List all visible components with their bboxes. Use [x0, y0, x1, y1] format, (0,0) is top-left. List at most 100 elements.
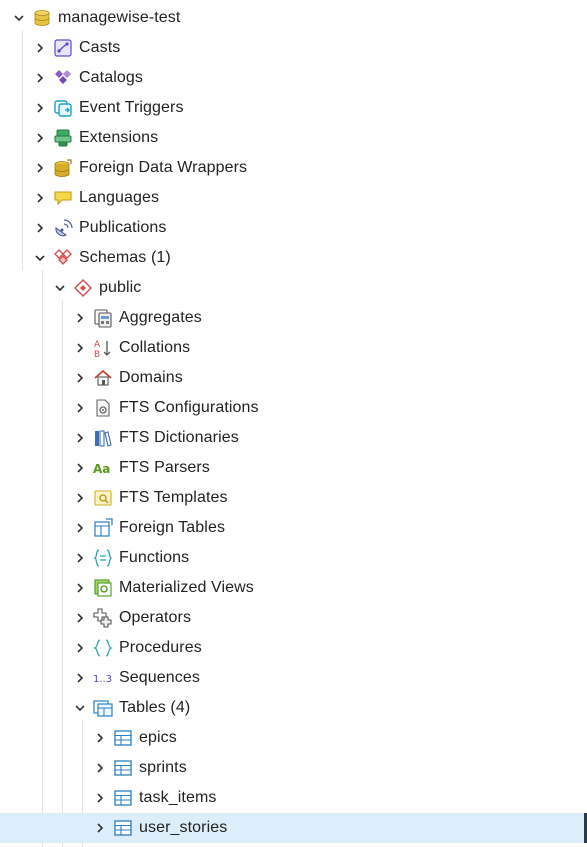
tree-node-fts-configurations[interactable]: FTS Configurations — [0, 393, 587, 423]
chevron-right-icon[interactable] — [93, 791, 107, 805]
tree-node-sequences[interactable]: 1..3 Sequences — [0, 663, 587, 693]
tree-node-casts[interactable]: Casts — [0, 33, 587, 63]
table-icon — [113, 758, 133, 778]
sequences-icon: 1..3 — [93, 668, 113, 688]
table-icon — [113, 818, 133, 838]
tree-node-label: sprints — [139, 759, 187, 776]
languages-icon — [53, 188, 73, 208]
chevron-right-icon[interactable] — [33, 191, 47, 205]
schema-icon — [73, 278, 93, 298]
procedures-icon — [93, 638, 113, 658]
tree-node-table-task-items[interactable]: task_items — [0, 783, 587, 813]
tree-node-label: Casts — [79, 39, 121, 56]
tree-node-label: FTS Templates — [119, 489, 228, 506]
chevron-down-icon[interactable] — [73, 701, 87, 715]
chevron-right-icon[interactable] — [73, 581, 87, 595]
domains-icon — [93, 368, 113, 388]
event-triggers-icon — [53, 98, 73, 118]
tree-node-database[interactable]: managewise-test — [0, 3, 587, 33]
materialized-views-icon — [93, 578, 113, 598]
chevron-down-icon[interactable] — [53, 281, 67, 295]
chevron-right-icon[interactable] — [73, 521, 87, 535]
tree-node-label: Schemas (1) — [79, 249, 171, 266]
chevron-right-icon[interactable] — [73, 671, 87, 685]
tree-node-aggregates[interactable]: Aggregates — [0, 303, 587, 333]
tree-node-fts-parsers[interactable]: Aa FTS Parsers — [0, 453, 587, 483]
tree-node-label: Materialized Views — [119, 579, 254, 596]
schemas-icon — [53, 248, 73, 268]
tree-node-fts-templates[interactable]: FTS Templates — [0, 483, 587, 513]
chevron-right-icon[interactable] — [33, 101, 47, 115]
tree-node-foreign-data-wrappers[interactable]: Foreign Data Wrappers — [0, 153, 587, 183]
tree-node-label: epics — [139, 729, 177, 746]
chevron-right-icon[interactable] — [33, 71, 47, 85]
tables-icon — [93, 698, 113, 718]
tree-node-extensions[interactable]: Extensions — [0, 123, 587, 153]
tree-node-label: Foreign Tables — [119, 519, 226, 536]
chevron-down-icon[interactable] — [33, 251, 47, 265]
tree-node-functions[interactable]: Functions — [0, 543, 587, 573]
tree-node-languages[interactable]: Languages — [0, 183, 587, 213]
tree-node-table-user-stories[interactable]: user_stories — [0, 813, 587, 843]
functions-icon — [93, 548, 113, 568]
tree-node-operators[interactable]: Operators — [0, 603, 587, 633]
fts-parsers-icon: Aa — [93, 458, 113, 478]
chevron-right-icon[interactable] — [73, 611, 87, 625]
foreign-tables-icon — [93, 518, 113, 538]
table-icon — [113, 788, 133, 808]
chevron-right-icon[interactable] — [93, 761, 107, 775]
tree-node-publications[interactable]: Publications — [0, 213, 587, 243]
publications-icon — [53, 218, 73, 238]
chevron-right-icon[interactable] — [93, 821, 107, 835]
chevron-right-icon[interactable] — [73, 461, 87, 475]
tree-node-procedures[interactable]: Procedures — [0, 633, 587, 663]
chevron-right-icon[interactable] — [33, 161, 47, 175]
tree-node-label: Procedures — [119, 639, 202, 656]
tree-node-tables[interactable]: Tables (4) — [0, 693, 587, 723]
tree-node-label: task_items — [139, 789, 217, 806]
tree-node-label: FTS Configurations — [119, 399, 259, 416]
chevron-right-icon[interactable] — [73, 641, 87, 655]
tree-node-materialized-views[interactable]: Materialized Views — [0, 573, 587, 603]
chevron-right-icon[interactable] — [93, 731, 107, 745]
catalogs-icon — [53, 68, 73, 88]
tree-node-fts-dictionaries[interactable]: FTS Dictionaries — [0, 423, 587, 453]
chevron-right-icon[interactable] — [33, 41, 47, 55]
collations-icon: AB — [93, 338, 113, 358]
tree-node-label: Catalogs — [79, 69, 143, 86]
chevron-right-icon[interactable] — [73, 311, 87, 325]
database-icon — [32, 8, 52, 28]
table-icon — [113, 728, 133, 748]
fts-configurations-icon — [93, 398, 113, 418]
chevron-right-icon[interactable] — [33, 221, 47, 235]
tree-node-domains[interactable]: Domains — [0, 363, 587, 393]
chevron-right-icon[interactable] — [73, 401, 87, 415]
tree-node-catalogs[interactable]: Catalogs — [0, 63, 587, 93]
tree-node-table-sprints[interactable]: sprints — [0, 753, 587, 783]
tree-node-label: FTS Dictionaries — [119, 429, 239, 446]
tree-node-foreign-tables[interactable]: Foreign Tables — [0, 513, 587, 543]
tree-node-schemas[interactable]: Schemas (1) — [0, 243, 587, 273]
chevron-right-icon[interactable] — [73, 371, 87, 385]
tree-node-label: Aggregates — [119, 309, 202, 326]
svg-text:B: B — [94, 350, 100, 358]
operators-icon — [93, 608, 113, 628]
chevron-down-icon[interactable] — [12, 11, 26, 25]
tree-node-label: Functions — [119, 549, 190, 566]
tree-node-collations[interactable]: AB Collations — [0, 333, 587, 363]
tree-node-event-triggers[interactable]: Event Triggers — [0, 93, 587, 123]
tree-node-label: Event Triggers — [79, 99, 184, 116]
tree-node-table-epics[interactable]: epics — [0, 723, 587, 753]
tree-node-label: Tables (4) — [119, 699, 191, 716]
chevron-right-icon[interactable] — [73, 431, 87, 445]
tree-node-label: Publications — [79, 219, 167, 236]
svg-text:1..3: 1..3 — [93, 674, 112, 685]
chevron-right-icon[interactable] — [73, 491, 87, 505]
tree-node-label: Foreign Data Wrappers — [79, 159, 248, 176]
chevron-right-icon[interactable] — [73, 551, 87, 565]
chevron-right-icon[interactable] — [33, 131, 47, 145]
tree-node-label: Domains — [119, 369, 183, 386]
fts-templates-icon — [93, 488, 113, 508]
chevron-right-icon[interactable] — [73, 341, 87, 355]
tree-node-schema-public[interactable]: public — [0, 273, 587, 303]
